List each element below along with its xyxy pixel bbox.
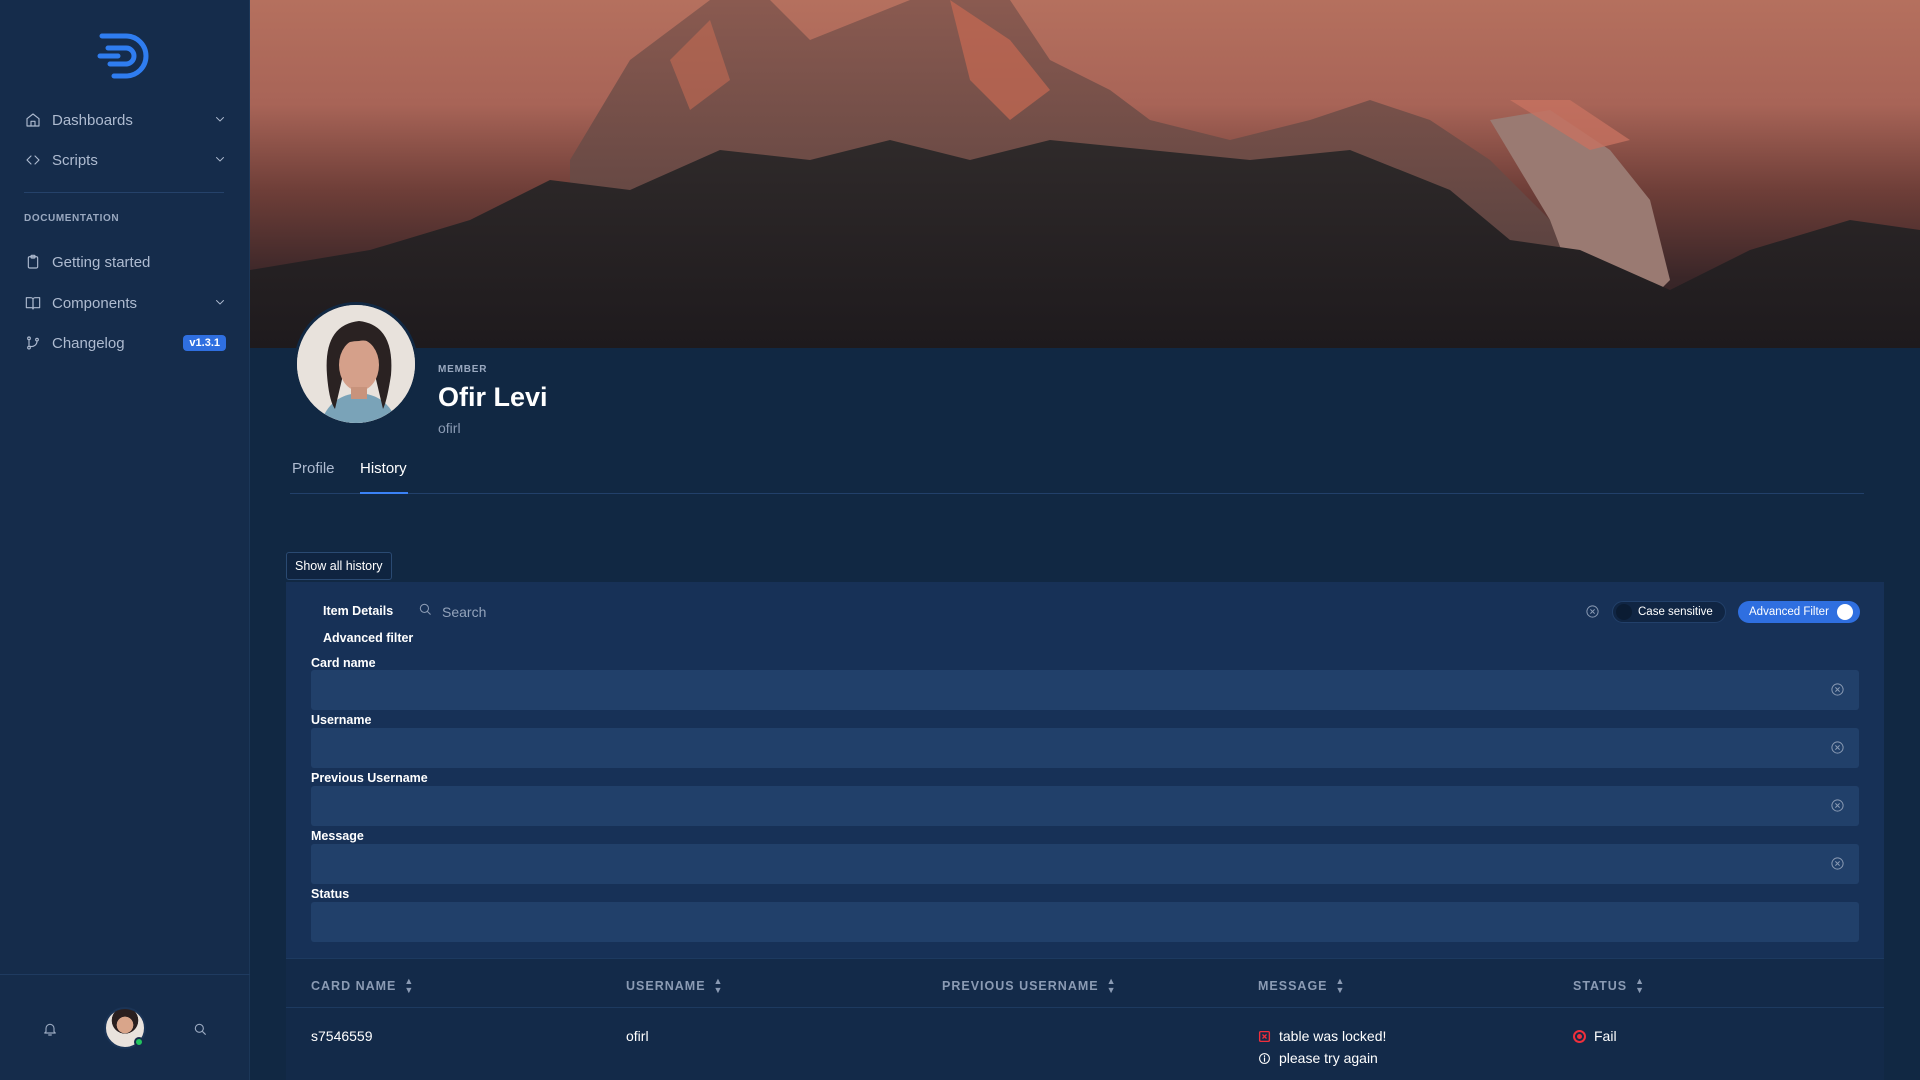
app-logo[interactable]	[96, 30, 156, 82]
clear-search-icon[interactable]	[1585, 604, 1600, 624]
cell-card-name: s7546559	[311, 1028, 373, 1044]
sort-icon: ▲ ▼	[1635, 976, 1646, 995]
profile-tabs: Profile History	[290, 448, 1864, 494]
sidebar-item-label: Getting started	[52, 253, 151, 271]
item-details-tab[interactable]: Item Details	[323, 604, 393, 618]
card-name-field[interactable]	[311, 670, 1859, 710]
sidebar-footer	[0, 974, 250, 1080]
tab-profile[interactable]: Profile	[292, 460, 335, 477]
member-role-label: MEMBER	[438, 364, 488, 375]
clipboard-icon	[24, 253, 42, 271]
online-status-indicator	[134, 1037, 144, 1047]
cell-status: Fail	[1573, 1028, 1617, 1044]
active-tab-indicator	[360, 492, 408, 494]
chevron-down-icon	[214, 112, 226, 129]
profile-avatar	[294, 302, 418, 426]
message-line: please try again	[1258, 1050, 1386, 1066]
case-sensitive-toggle[interactable]: Case sensitive	[1612, 601, 1726, 623]
message-text: table was locked!	[1279, 1028, 1387, 1044]
column-header-username[interactable]: USERNAME ▲ ▼	[626, 977, 723, 995]
sort-icon: ▲ ▼	[1335, 976, 1346, 995]
card-name-label: Card name	[311, 656, 376, 670]
sidebar-item-components[interactable]: Components	[0, 283, 250, 323]
clear-field-icon[interactable]	[1830, 798, 1846, 814]
toggle-knob	[1836, 604, 1853, 620]
status-text: Fail	[1594, 1028, 1617, 1044]
book-icon	[24, 294, 42, 312]
status-label: Status	[311, 887, 350, 901]
column-header-label: PREVIOUS USERNAME	[942, 979, 1099, 993]
cell-message: table was locked! please try again	[1258, 1028, 1386, 1066]
tab-history[interactable]: History	[360, 460, 407, 477]
table-row[interactable]: s7546559 ofirl table was locked! please …	[286, 1008, 1884, 1080]
sidebar-item-label: Scripts	[52, 151, 98, 169]
chevron-down-icon	[214, 295, 226, 312]
previous-username-label: Previous Username	[311, 771, 428, 785]
sort-icon: ▲ ▼	[404, 976, 415, 995]
clear-field-icon[interactable]	[1830, 682, 1846, 698]
case-sensitive-label: Case sensitive	[1638, 606, 1713, 618]
sidebar-item-scripts[interactable]: Scripts	[0, 140, 250, 180]
fail-status-icon	[1573, 1029, 1586, 1043]
search-icon[interactable]	[192, 1021, 208, 1037]
column-header-previous-username[interactable]: PREVIOUS USERNAME ▲ ▼	[942, 977, 1117, 995]
column-header-label: USERNAME	[626, 979, 706, 993]
status-field[interactable]	[311, 902, 1859, 942]
search-input[interactable]	[442, 603, 742, 620]
clear-field-icon[interactable]	[1830, 856, 1846, 872]
chevron-down-icon	[214, 152, 226, 169]
message-field[interactable]	[311, 844, 1859, 884]
advanced-filter-toggle-label: Advanced Filter	[1749, 606, 1829, 618]
message-label: Message	[311, 829, 364, 843]
username-field[interactable]	[311, 728, 1859, 768]
column-header-label: MESSAGE	[1258, 979, 1328, 993]
column-header-label: CARD NAME	[311, 979, 397, 993]
profile-username: ofirl	[438, 420, 461, 436]
message-line: table was locked!	[1258, 1028, 1386, 1044]
column-header-message[interactable]: MESSAGE ▲ ▼	[1258, 977, 1345, 995]
sidebar-divider	[24, 192, 224, 193]
previous-username-field[interactable]	[311, 786, 1859, 826]
sidebar-item-dashboards[interactable]: Dashboards	[0, 100, 250, 140]
sidebar-item-label: Changelog	[52, 334, 125, 352]
column-header-card-name[interactable]: CARD NAME ▲ ▼	[311, 977, 414, 995]
search-bar	[418, 602, 742, 621]
search-icon	[418, 602, 432, 621]
toggle-knob	[1616, 604, 1632, 620]
info-icon	[1259, 1052, 1270, 1064]
profile-name: Ofir Levi	[438, 382, 548, 412]
error-square-icon	[1258, 1030, 1271, 1042]
clear-field-icon[interactable]	[1830, 740, 1846, 756]
git-branch-icon	[24, 334, 42, 352]
sidebar-item-label: Dashboards	[52, 111, 133, 129]
home-icon	[24, 111, 42, 129]
sidebar: Dashboards Scripts DOCUMENTATION Getting…	[0, 0, 250, 1080]
sidebar-item-getting-started[interactable]: Getting started	[0, 242, 250, 282]
sidebar-item-changelog[interactable]: Changelog v1.3.1	[0, 323, 250, 363]
column-header-status[interactable]: STATUS ▲ ▼	[1573, 977, 1645, 995]
username-label: Username	[311, 713, 372, 727]
sort-icon: ▲ ▼	[1106, 976, 1117, 995]
show-all-history-button[interactable]: Show all history	[286, 552, 392, 580]
sort-icon: ▲ ▼	[713, 976, 724, 995]
history-table-header: CARD NAME ▲ ▼ USERNAME ▲ ▼ PREVIOUS USERNAME…	[286, 958, 1884, 1008]
sidebar-item-label: Components	[52, 294, 138, 312]
sidebar-section-title: DOCUMENTATION	[24, 213, 120, 224]
column-header-label: STATUS	[1573, 979, 1628, 993]
advanced-filter-tab[interactable]: Advanced filter	[323, 631, 413, 645]
message-text: please try again	[1279, 1050, 1378, 1066]
cell-username: ofirl	[626, 1028, 649, 1044]
code-icon	[24, 151, 42, 169]
bell-icon[interactable]	[42, 1021, 58, 1037]
version-badge: v1.3.1	[183, 335, 226, 351]
advanced-filter-toggle[interactable]: Advanced Filter	[1738, 601, 1860, 623]
profile-cover-image	[250, 0, 1920, 348]
